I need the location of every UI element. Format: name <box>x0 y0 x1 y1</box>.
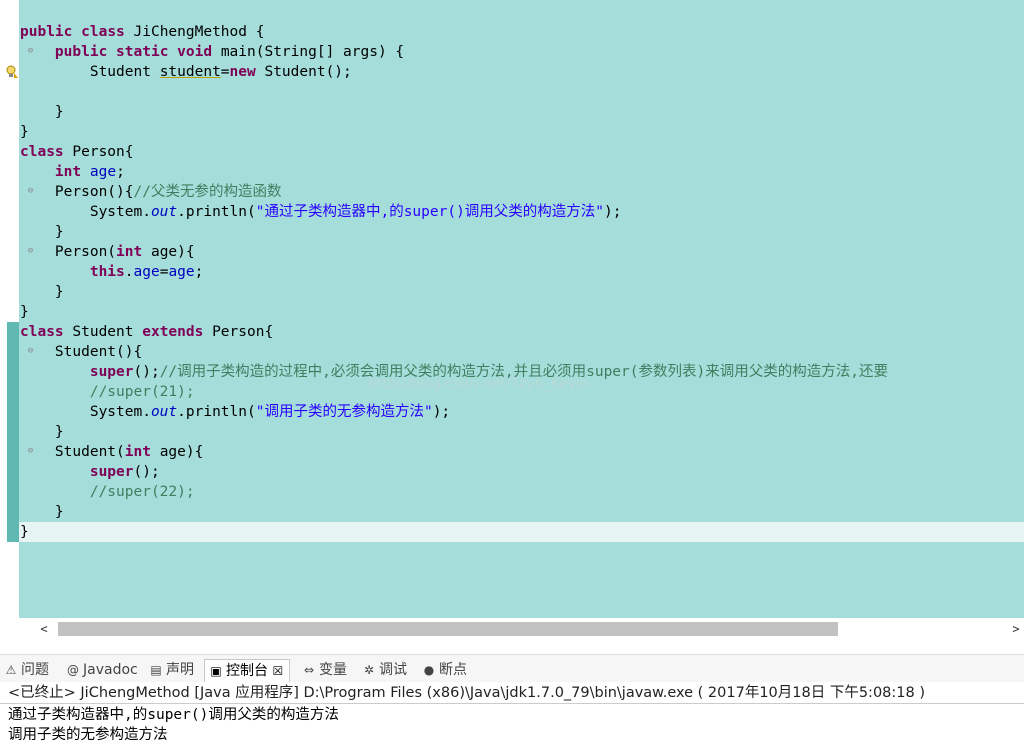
code-line[interactable]: } <box>20 522 29 542</box>
code-line[interactable]: Student(int age){ <box>20 442 203 462</box>
code-line[interactable]: System.out.println("调用子类的无参构造方法"); <box>20 402 450 422</box>
code-line[interactable]: } <box>20 422 64 442</box>
code-line[interactable]: System.out.println("通过子类构造器中,的super()调用父… <box>20 202 622 222</box>
code-line[interactable]: } <box>20 222 64 242</box>
tab-variables[interactable]: ⇔ 变量 <box>302 659 347 681</box>
code-line[interactable]: } <box>20 122 29 142</box>
tab-label: Javadoc <box>83 662 138 678</box>
tab-label: 变量 <box>319 662 347 678</box>
tab-console[interactable]: ▣ 控制台 ☒ <box>204 659 291 682</box>
code-editor[interactable]: public class JiChengMethod { public stat… <box>0 0 1024 618</box>
code-line[interactable]: Person(int age){ <box>20 242 195 262</box>
editor-gutter <box>0 0 19 618</box>
code-line[interactable]: this.age=age; <box>20 262 204 282</box>
breakpoints-icon: ● <box>423 663 435 677</box>
code-line[interactable]: } <box>20 302 29 322</box>
bottom-panel-tabs: ⚠ 问题 @ Javadoc ▤ 声明 ▣ 控制台 ☒ ⇔ 变量 ✲ 调试 ● 断点 <box>0 654 1024 683</box>
code-line[interactable]: super(); <box>20 462 160 482</box>
declaration-icon: ▤ <box>150 663 162 677</box>
tab-declaration[interactable]: ▤ 声明 <box>149 659 194 681</box>
tab-label: 问题 <box>21 662 49 678</box>
change-marker <box>7 322 19 542</box>
tab-label: 断点 <box>439 662 467 678</box>
code-line[interactable]: Student(){ <box>20 342 142 362</box>
variables-icon: ⇔ <box>303 663 315 677</box>
tab-label: 调试 <box>379 662 407 678</box>
watermark-text: http://blog.csdn.net/Tzyh_Kevin <box>368 376 589 392</box>
fold-toggle-icon[interactable]: ⊖ <box>26 47 35 56</box>
scroll-right-icon[interactable]: > <box>1008 620 1024 638</box>
code-line[interactable]: //super(22); <box>20 482 195 502</box>
tab-javadoc[interactable]: @ Javadoc <box>66 659 138 681</box>
console-output-line: 通过子类构造器中,的super()调用父类的构造方法 <box>8 707 339 723</box>
tab-label: 控制台 <box>226 663 268 679</box>
current-line-highlight <box>19 522 1024 542</box>
debug-bug-icon: ✲ <box>363 663 375 677</box>
console-output[interactable]: 通过子类构造器中,的super()调用父类的构造方法 调用子类的无参构造方法 <box>0 705 1024 748</box>
warning-lightbulb-icon[interactable] <box>5 65 19 79</box>
code-line[interactable]: //super(21); <box>20 382 195 402</box>
tab-breakpoints[interactable]: ● 断点 <box>422 659 467 681</box>
console-output-line: 调用子类的无参构造方法 <box>8 727 168 743</box>
fold-toggle-icon[interactable]: ⊖ <box>26 247 35 256</box>
code-line[interactable]: } <box>20 502 64 522</box>
code-line[interactable]: class Student extends Person{ <box>20 322 273 342</box>
scroll-left-icon[interactable]: < <box>36 620 52 638</box>
panel-separator <box>0 640 1024 654</box>
code-line[interactable]: int age; <box>20 162 125 182</box>
javadoc-at-icon: @ <box>67 663 79 677</box>
code-line[interactable]: class Person{ <box>20 142 134 162</box>
code-line[interactable]: } <box>20 102 64 122</box>
tab-debug[interactable]: ✲ 调试 <box>362 659 407 681</box>
code-line[interactable]: public class JiChengMethod { <box>20 22 264 42</box>
code-line[interactable]: public static void main(String[] args) { <box>20 42 404 62</box>
code-line[interactable]: Student student=new Student(); <box>20 62 352 82</box>
fold-toggle-icon[interactable]: ⊖ <box>26 347 35 356</box>
code-line[interactable]: } <box>20 282 64 302</box>
scrollbar-thumb[interactable] <box>58 622 838 636</box>
console-icon: ▣ <box>210 664 222 678</box>
horizontal-scrollbar[interactable]: < > <box>36 620 1024 638</box>
fold-toggle-icon[interactable]: ⊖ <box>26 187 35 196</box>
tab-label: 声明 <box>166 662 194 678</box>
tab-problems[interactable]: ⚠ 问题 <box>4 659 49 681</box>
fold-toggle-icon[interactable]: ⊖ <box>26 447 35 456</box>
problems-icon: ⚠ <box>5 663 17 677</box>
code-line[interactable]: Person(){//父类无参的构造函数 <box>20 182 282 202</box>
close-tab-icon[interactable]: ☒ <box>272 664 283 678</box>
console-status-line: <已终止> JiChengMethod [Java 应用程序] D:\Progr… <box>0 682 1024 704</box>
